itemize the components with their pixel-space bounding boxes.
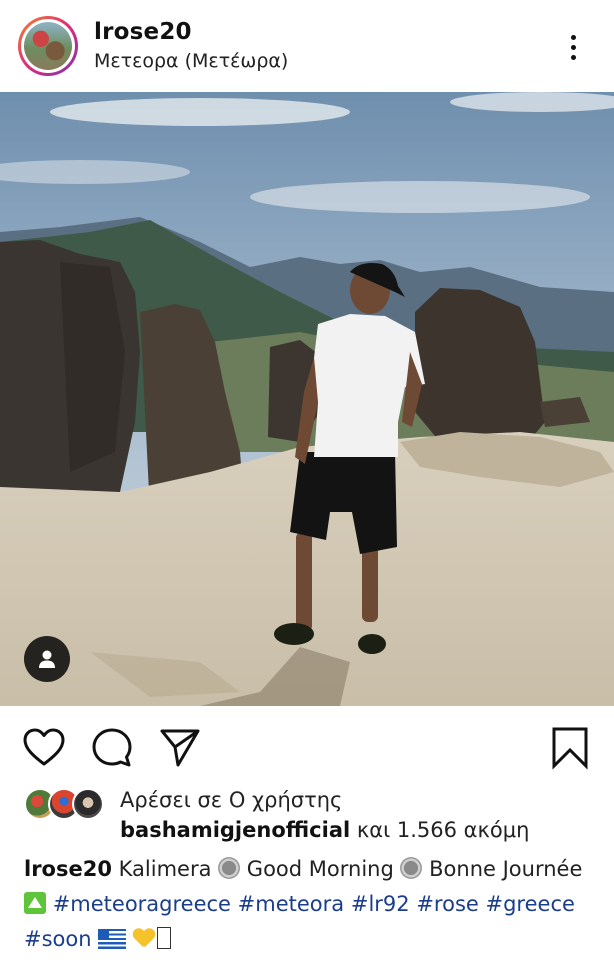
profile-photo — [24, 22, 72, 70]
like-button[interactable] — [22, 726, 66, 770]
top-liker-username[interactable]: bashamigjenofficial — [120, 818, 350, 842]
caption-username[interactable]: lrose20 — [24, 857, 112, 881]
post-header: lrose20 Μετεορα (Μετέωρα) — [0, 0, 614, 92]
likes-section: Αρέσει σε Ο χρήστης bashamigjenofficial … — [0, 786, 614, 850]
likes-count-text[interactable]: και 1.566 ακόμη — [350, 818, 530, 842]
save-button[interactable] — [548, 726, 592, 770]
hashtag[interactable]: #lr92 — [351, 892, 410, 916]
more-options-button[interactable] — [556, 30, 590, 64]
paper-plane-icon — [160, 729, 200, 767]
avatar[interactable] — [18, 16, 78, 76]
likes-label: Αρέσει σε Ο χρήστης — [120, 788, 343, 812]
hashtag[interactable]: #greece — [486, 892, 575, 916]
hashtag[interactable]: #meteoragreece — [53, 892, 231, 916]
up-button-icon — [24, 892, 46, 914]
gear-icon — [400, 857, 423, 879]
landscape-photo — [0, 92, 614, 706]
yellow-heart-icon — [133, 929, 155, 949]
comment-button[interactable] — [90, 726, 134, 770]
caption-text: Bonne Journée — [422, 857, 583, 881]
post-location[interactable]: Μετεορα (Μετέωρα) — [94, 50, 288, 72]
share-button[interactable] — [158, 726, 202, 770]
unknown-glyph-icon — [156, 927, 171, 949]
person-icon — [39, 650, 55, 668]
caption-text: Kalimera — [111, 857, 219, 881]
post-caption: lrose20 Kalimera Good Morning Bonne Jour… — [24, 852, 594, 957]
comment-icon — [92, 728, 132, 767]
greece-flag-icon — [98, 929, 127, 949]
post-username[interactable]: lrose20 — [94, 19, 192, 45]
hashtag[interactable]: #meteora — [238, 892, 344, 916]
gear-icon — [218, 857, 241, 879]
post-photo[interactable] — [0, 92, 614, 706]
action-bar — [0, 706, 614, 786]
tagged-users-button[interactable] — [24, 636, 70, 682]
likes-summary[interactable]: bashamigjenofficial και 1.566 ακόμη — [120, 818, 529, 842]
caption-text: Good Morning — [240, 857, 401, 881]
hashtag[interactable]: #soon — [24, 927, 92, 951]
more-vertical-icon — [570, 34, 576, 40]
hashtag[interactable]: #rose — [416, 892, 478, 916]
liker-avatar[interactable] — [72, 788, 104, 820]
heart-icon — [23, 728, 65, 766]
bookmark-icon — [552, 727, 588, 770]
